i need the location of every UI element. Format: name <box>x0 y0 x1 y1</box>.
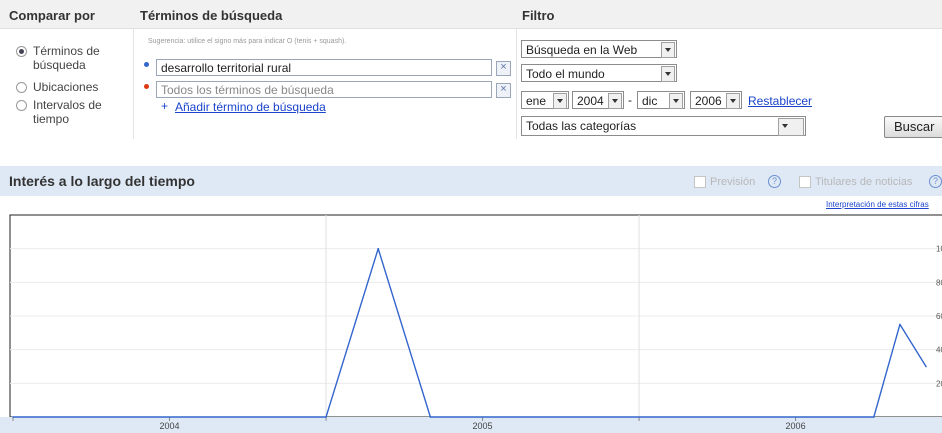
y-tick-label: 40 <box>936 346 942 355</box>
dropdown-arrow-icon <box>778 118 804 136</box>
news-label: Titulares de noticias <box>815 176 913 188</box>
data-point <box>429 416 432 418</box>
news-help-icon[interactable]: ? <box>929 175 942 188</box>
data-point <box>925 365 927 368</box>
forecast-checkbox[interactable] <box>694 176 706 188</box>
add-term-plus-icon: + <box>161 99 169 113</box>
compare-option-label: Términos de búsqueda <box>33 44 100 72</box>
x-tick-label: 2006 <box>786 421 806 431</box>
term1-color-dot <box>144 62 149 67</box>
remove-term2-icon[interactable]: × <box>496 83 511 98</box>
news-checkbox[interactable] <box>799 176 811 188</box>
data-point <box>899 323 901 326</box>
category-select[interactable]: Todas las categorías <box>521 116 806 136</box>
term1-input[interactable]: desarrollo territorial rural <box>156 59 492 76</box>
forecast-label: Previsión <box>710 176 756 188</box>
y-tick-label: 100 <box>936 245 942 254</box>
search-button[interactable]: Buscar <box>884 116 942 138</box>
end-month-select[interactable]: dic <box>637 91 685 109</box>
terms-header: Términos de búsqueda <box>140 8 283 23</box>
y-tick-label: 80 <box>936 278 942 287</box>
select-value: Todo el mundo <box>526 67 605 81</box>
data-point <box>873 416 875 418</box>
start-year-select[interactable]: 2004 <box>572 91 624 109</box>
interest-chart: 100 80 60 40 20 2004 2005 2006 <box>0 214 942 433</box>
compare-option-locations[interactable]: Ubicaciones <box>16 80 98 94</box>
dropdown-arrow-icon <box>608 93 622 109</box>
compare-option-label: Intervalos de tiempo <box>33 98 102 126</box>
remove-term1-icon[interactable]: × <box>496 61 511 76</box>
dropdown-arrow-icon <box>553 93 567 109</box>
column-divider <box>516 29 517 139</box>
add-term-link[interactable]: Añadir término de búsqueda <box>175 100 326 114</box>
compare-option-terms[interactable]: Términos de búsqueda <box>16 44 100 72</box>
compare-header: Comparar por <box>9 8 95 23</box>
start-month-select[interactable]: ene <box>521 91 569 109</box>
data-point <box>12 416 14 418</box>
reset-link[interactable]: Restablecer <box>748 94 812 108</box>
term2-input[interactable]: Todos los términos de búsqueda <box>156 81 492 98</box>
select-value: Búsqueda en la Web <box>526 43 638 57</box>
radio-button[interactable] <box>16 100 27 111</box>
x-tick-label: 2004 <box>159 421 179 431</box>
compare-option-label: Ubicaciones <box>33 80 99 94</box>
radio-button[interactable] <box>16 82 27 93</box>
dropdown-arrow-icon <box>669 93 683 109</box>
interest-title: Interés a lo largo del tiempo <box>9 173 195 189</box>
dropdown-arrow-icon <box>661 66 675 82</box>
y-tick-label: 60 <box>936 312 942 321</box>
date-range-dash: - <box>628 93 632 107</box>
column-divider <box>133 29 134 139</box>
select-value: ene <box>526 94 547 108</box>
data-point <box>325 416 327 418</box>
select-value: dic <box>642 94 658 108</box>
terms-hint: Sugerencia: utilice el signo más para in… <box>148 38 347 45</box>
region-select[interactable]: Todo el mundo <box>521 64 677 82</box>
term2-color-dot <box>144 84 149 89</box>
dropdown-arrow-icon <box>661 42 675 58</box>
y-tick-label: 20 <box>936 379 942 388</box>
radio-button[interactable] <box>16 46 27 57</box>
forecast-help-icon[interactable]: ? <box>768 175 781 188</box>
select-value: 2006 <box>695 94 722 108</box>
select-value: 2004 <box>577 94 604 108</box>
x-tick-label: 2005 <box>473 421 493 431</box>
select-value: Todas las categorías <box>526 119 637 133</box>
data-point <box>377 247 380 250</box>
dropdown-arrow-icon <box>726 93 740 109</box>
end-year-select[interactable]: 2006 <box>690 91 742 109</box>
filter-header: Filtro <box>522 8 555 23</box>
compare-option-time-ranges[interactable]: Intervalos de tiempo <box>16 98 102 126</box>
search-type-select[interactable]: Búsqueda en la Web <box>521 40 677 58</box>
